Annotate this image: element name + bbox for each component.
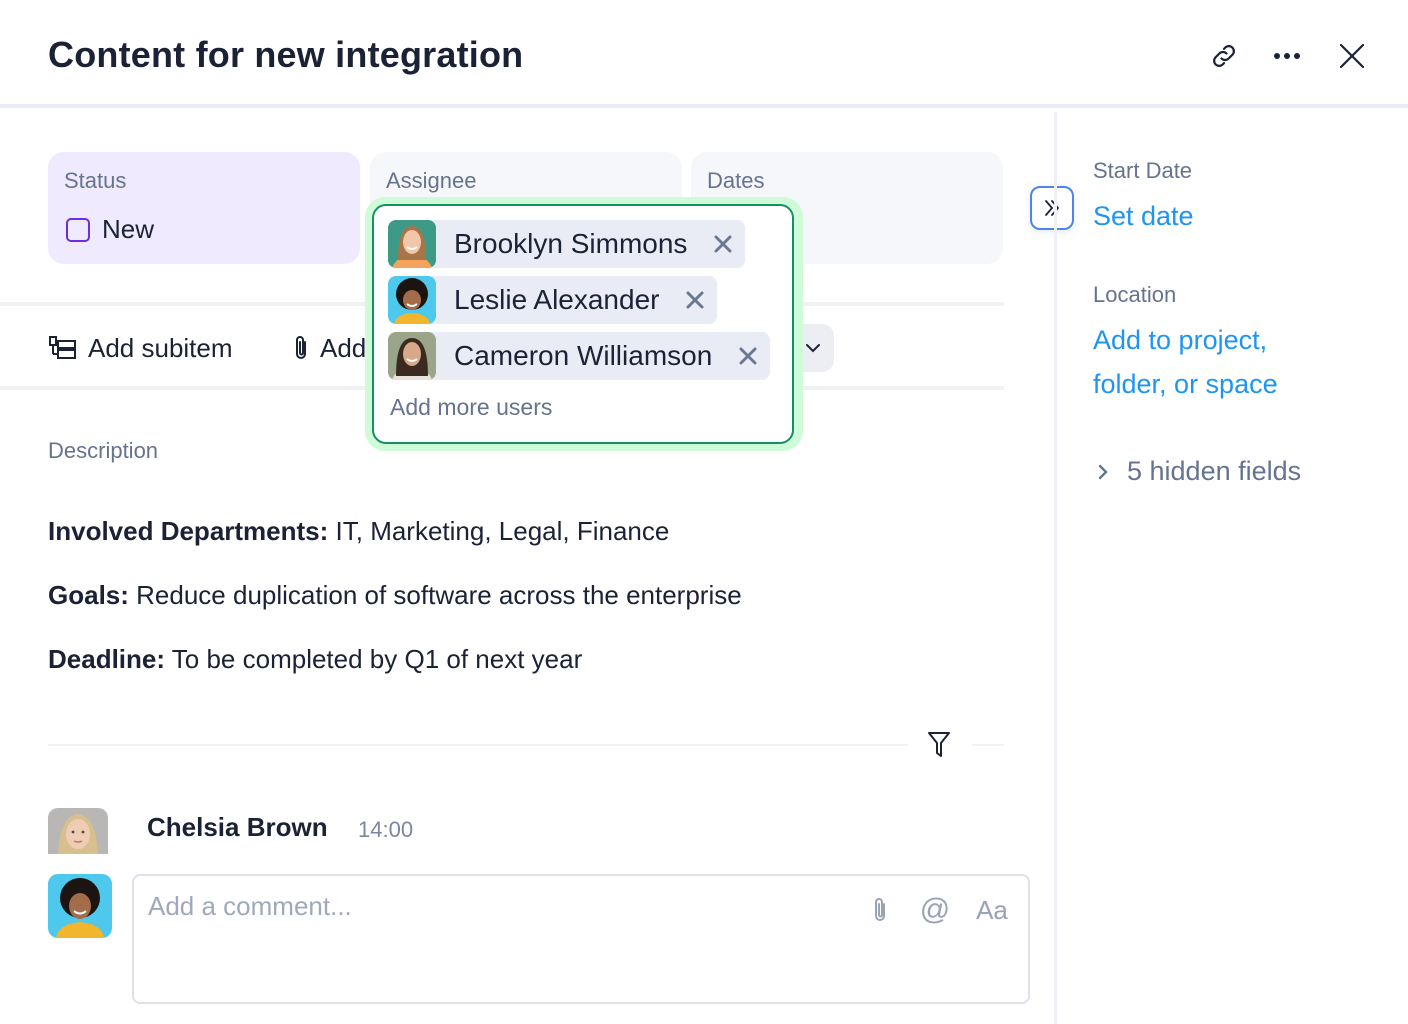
status-checkbox-icon bbox=[66, 217, 90, 242]
panel-header: Content for new integration bbox=[0, 0, 1408, 108]
current-user-avatar bbox=[48, 874, 112, 938]
link-icon bbox=[1213, 45, 1235, 67]
paperclip-icon bbox=[875, 898, 885, 921]
comment-input[interactable] bbox=[148, 886, 848, 926]
at-icon: @ bbox=[919, 893, 951, 926]
status-value[interactable]: New bbox=[66, 214, 154, 245]
close-button[interactable] bbox=[1332, 36, 1372, 76]
dates-label: Dates bbox=[707, 168, 765, 193]
hidden-fields-label: 5 hidden fields bbox=[1127, 456, 1302, 486]
comment-time: 14:00 bbox=[358, 817, 414, 842]
description-key: Deadline: bbox=[48, 644, 166, 674]
activity-divider bbox=[48, 744, 908, 746]
close-icon bbox=[1339, 43, 1365, 69]
description-value: IT, Marketing, Legal, Finance bbox=[328, 516, 670, 546]
assignee-popover: Brooklyn Simmons Leslie Alexander Camero… bbox=[372, 204, 794, 444]
assignee-avatar bbox=[388, 332, 436, 380]
close-icon bbox=[686, 291, 704, 309]
mention-button[interactable]: @ bbox=[918, 892, 952, 928]
chevron-down-icon bbox=[806, 344, 820, 353]
assignee-chip: Leslie Alexander bbox=[388, 276, 718, 324]
hidden-fields-toggle[interactable]: 5 hidden fields bbox=[1097, 456, 1301, 487]
filter-icon bbox=[928, 732, 950, 757]
format-button[interactable]: Aa bbox=[974, 892, 1010, 928]
description-line: Involved Departments: IT, Marketing, Leg… bbox=[48, 516, 669, 547]
status-text: New bbox=[102, 214, 155, 244]
add-location-line: folder, or space bbox=[1093, 369, 1278, 399]
more-icon bbox=[1274, 53, 1300, 59]
assignee-name: Leslie Alexander bbox=[454, 284, 660, 315]
comment-attach-button[interactable] bbox=[866, 892, 894, 928]
assignee-avatar bbox=[388, 276, 436, 324]
assignee-chip: Cameron Williamson bbox=[388, 332, 771, 380]
description-value: To be completed by Q1 of next year bbox=[165, 644, 583, 674]
format-text-icon: Aa bbox=[976, 894, 1008, 925]
start-date-label: Start Date bbox=[1093, 158, 1193, 183]
paperclip-icon bbox=[296, 336, 306, 359]
filter-button[interactable] bbox=[922, 728, 956, 762]
add-attachment-button[interactable]: Add bbox=[292, 326, 366, 370]
copy-link-button[interactable] bbox=[1204, 36, 1244, 76]
status-field[interactable]: Status New bbox=[48, 152, 360, 264]
assignee-name: Cameron Williamson bbox=[454, 340, 713, 371]
remove-assignee-button[interactable] bbox=[736, 344, 760, 368]
set-date-link[interactable]: Set date bbox=[1093, 194, 1194, 238]
comment-box: @ Aa bbox=[132, 874, 1030, 1004]
status-label: Status bbox=[64, 168, 127, 193]
assignee-label: Assignee bbox=[386, 168, 477, 193]
add-subitem-label: Add subitem bbox=[88, 332, 233, 363]
remove-assignee-button[interactable] bbox=[683, 288, 707, 312]
add-more-users-input[interactable]: Add more users bbox=[390, 394, 552, 421]
description-key: Goals: bbox=[48, 580, 129, 610]
close-icon bbox=[739, 347, 757, 365]
assignee-chip: Brooklyn Simmons bbox=[388, 220, 746, 268]
page-title: Content for new integration bbox=[48, 34, 524, 75]
description-line: Goals: Reduce duplication of software ac… bbox=[48, 580, 742, 611]
add-attachment-label: Add bbox=[320, 332, 367, 363]
details-sidebar: Start Date Set date Location Add to proj… bbox=[1054, 112, 1408, 1024]
close-icon bbox=[714, 235, 732, 253]
assignee-avatar bbox=[388, 220, 436, 268]
add-location-link[interactable]: Add to project, folder, or space bbox=[1093, 318, 1278, 406]
description-value: Reduce duplication of software across th… bbox=[128, 580, 742, 610]
add-location-line: Add to project, bbox=[1093, 325, 1268, 355]
description-label: Description bbox=[48, 438, 159, 463]
comment-author-avatar bbox=[48, 808, 108, 854]
activity-divider bbox=[972, 744, 1004, 746]
location-label: Location bbox=[1093, 282, 1177, 307]
subitem-icon bbox=[49, 336, 76, 359]
description-line: Deadline: To be completed by Q1 of next … bbox=[48, 644, 582, 675]
remove-assignee-button[interactable] bbox=[711, 232, 735, 256]
assignee-name: Brooklyn Simmons bbox=[454, 228, 688, 259]
description-key: Involved Departments: bbox=[48, 516, 329, 546]
chevron-right-icon bbox=[1098, 464, 1108, 479]
comment-author: Chelsia Brown bbox=[147, 812, 328, 842]
more-options-button[interactable] bbox=[1267, 36, 1307, 76]
add-subitem-button[interactable]: Add subitem bbox=[48, 326, 233, 370]
